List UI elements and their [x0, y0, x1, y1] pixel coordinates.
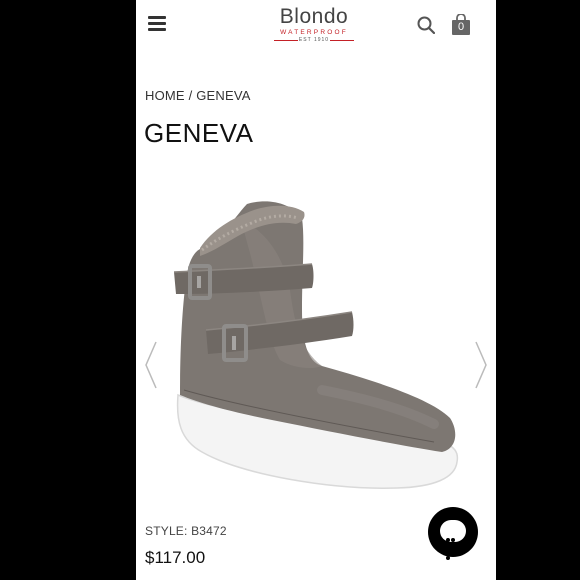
logo-wordmark: Blondo	[279, 5, 349, 28]
logo-tagline: WATERPROOF	[280, 29, 348, 36]
product-image-carousel[interactable]	[136, 180, 496, 500]
breadcrumb-home-link[interactable]: HOME	[145, 88, 185, 103]
breadcrumb-current: GENEVA	[196, 88, 251, 103]
product-style-number: STYLE: B3472	[145, 524, 227, 538]
brand-logo[interactable]: Blondo WATERPROOF EST 1910	[266, 6, 362, 44]
chevron-left-icon[interactable]	[142, 340, 160, 390]
cart-count-badge: 0	[457, 21, 465, 33]
chevron-right-icon[interactable]	[472, 340, 490, 390]
product-price: $117.00	[145, 548, 206, 567]
product-image-boot	[172, 190, 462, 490]
logo-established: EST 1910	[266, 37, 362, 44]
breadcrumb: HOME / GENEVA	[145, 88, 251, 103]
chat-bubble-icon[interactable]	[428, 507, 478, 560]
product-page: Blondo WATERPROOF EST 1910 0 HOME / GENE…	[136, 0, 496, 580]
breadcrumb-separator: /	[184, 88, 197, 103]
search-icon[interactable]	[417, 16, 436, 35]
shopping-bag-icon[interactable]: 0	[451, 13, 471, 36]
page-title: GENEVA	[144, 118, 254, 148]
hamburger-menu-icon[interactable]	[148, 16, 166, 32]
